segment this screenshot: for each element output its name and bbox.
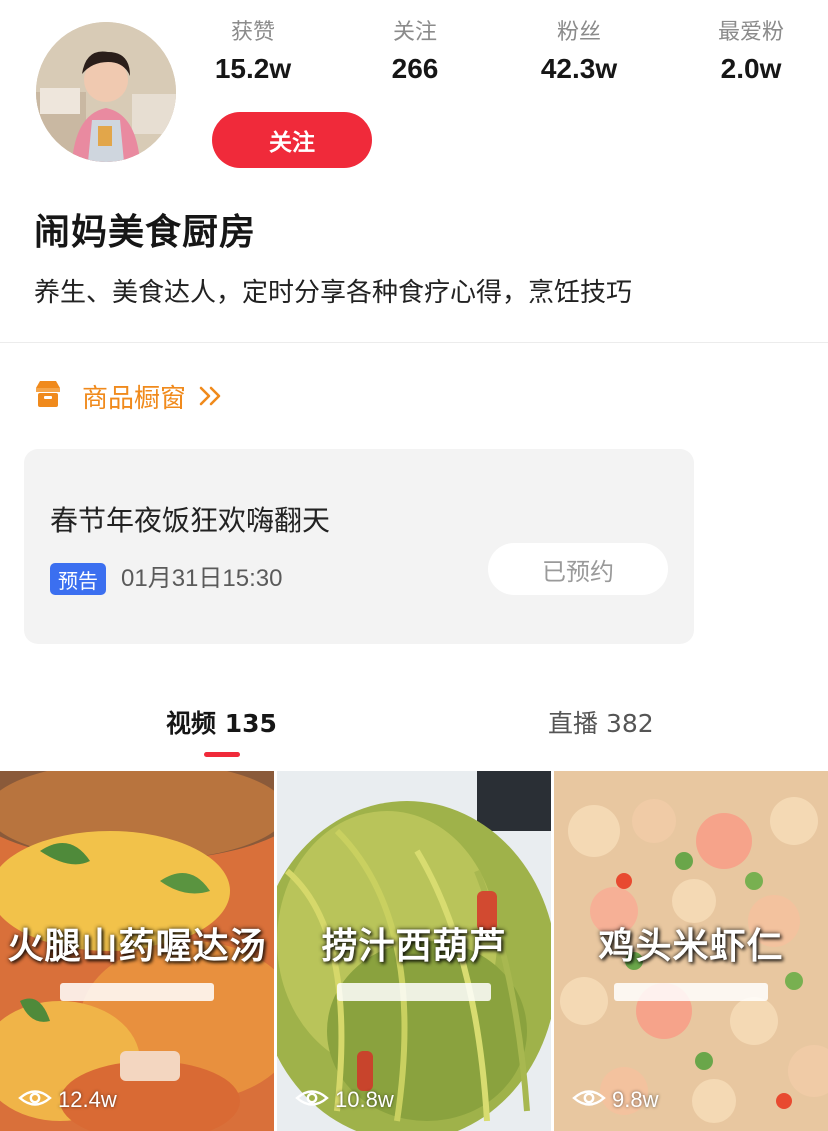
view-count-value: 12.4w	[58, 1087, 117, 1112]
follow-button[interactable]: 关注	[212, 112, 372, 168]
chevron-right-icon	[198, 384, 224, 408]
video-subtitle-strip	[337, 983, 491, 1001]
video-subtitle-strip	[60, 983, 214, 1001]
shop-icon	[32, 378, 64, 414]
stat-label: 获赞	[230, 20, 275, 45]
stat-label: 最爱粉	[717, 20, 784, 45]
video-title: 捞汁西葫芦	[321, 925, 507, 967]
view-count: 10.8w	[295, 1087, 394, 1113]
tab-videos[interactable]: 视频 135	[166, 704, 277, 740]
stat-value: 2.0w	[720, 53, 782, 84]
tab-active-indicator	[204, 752, 240, 757]
profile-bio: 养生、美食达人，定时分享各种食疗心得，烹饪技巧	[34, 278, 633, 308]
live-title: 春节年夜饭狂欢嗨翻天	[50, 504, 331, 537]
eye-icon	[572, 1087, 606, 1113]
live-time: 01月31日15:30	[121, 565, 283, 592]
video-tile[interactable]: 鸡头米虾仁 9.8w	[554, 771, 828, 1131]
view-count-value: 9.8w	[612, 1087, 659, 1112]
shop-window-link[interactable]: 商品橱窗	[32, 372, 224, 420]
video-tile[interactable]: 火腿山药喔达汤 12.4w	[0, 771, 274, 1131]
divider	[0, 342, 828, 343]
shop-window-label: 商品橱窗	[82, 383, 187, 414]
video-title: 鸡头米虾仁	[598, 925, 784, 967]
avatar[interactable]	[36, 22, 176, 162]
video-grid: 火腿山药喔达汤 12.4w 捞汁西葫芦 10.8w 鸡头米虾仁 9.8w	[0, 771, 828, 1131]
stat-label: 粉丝	[556, 20, 601, 45]
view-count: 12.4w	[18, 1087, 117, 1113]
view-count-value: 10.8w	[335, 1087, 394, 1112]
section-gap	[0, 664, 828, 684]
preview-badge: 预告	[50, 563, 106, 595]
stat-top-fans[interactable]: 最爱粉 2.0w	[681, 16, 821, 88]
stat-value: 42.3w	[540, 53, 618, 84]
profile-name: 闹妈美食厨房	[34, 212, 257, 253]
view-count: 9.8w	[572, 1087, 658, 1113]
eye-icon	[18, 1087, 52, 1113]
content-tabs: 视频 135 直播 382	[0, 690, 828, 766]
stat-value: 266	[391, 53, 439, 84]
reserved-button[interactable]: 已预约	[488, 543, 668, 595]
stat-likes[interactable]: 获赞 15.2w	[183, 16, 323, 88]
live-preview-card[interactable]: 春节年夜饭狂欢嗨翻天 预告 01月31日15:30 已预约	[24, 449, 694, 644]
stat-value: 15.2w	[214, 53, 292, 84]
eye-icon	[295, 1087, 329, 1113]
video-title: 火腿山药喔达汤	[7, 925, 267, 967]
stat-label: 关注	[392, 20, 437, 45]
video-tile[interactable]: 捞汁西葫芦 10.8w	[277, 771, 551, 1131]
stats-bar: 获赞 15.2w 关注 266 粉丝 42.3w 最爱粉 2.0w	[186, 16, 826, 96]
tab-live[interactable]: 直播 382	[548, 704, 654, 740]
stat-following[interactable]: 关注 266	[345, 16, 485, 88]
stat-followers[interactable]: 粉丝 42.3w	[509, 16, 649, 88]
video-subtitle-strip	[614, 983, 768, 1001]
